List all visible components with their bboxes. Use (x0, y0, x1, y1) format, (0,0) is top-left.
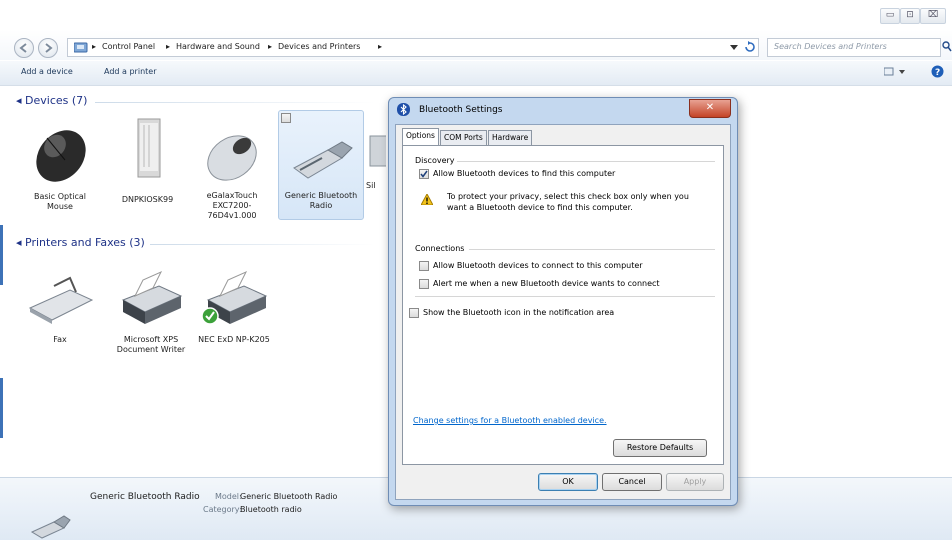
change-settings-link[interactable]: Change settings for a Bluetooth enabled … (413, 416, 607, 425)
close-window-button[interactable]: ⌧ (920, 8, 946, 24)
device-label: Basic Optical Mouse (34, 192, 86, 211)
search-input[interactable]: Search Devices and Printers (767, 38, 941, 57)
discovery-group-label: Discovery (415, 156, 455, 165)
model-value: Generic Bluetooth Radio (240, 492, 338, 501)
search-icon[interactable] (942, 41, 952, 52)
device-label: DNPKIOSK99 (121, 195, 174, 204)
show-icon-checkbox[interactable] (409, 308, 419, 318)
cancel-button[interactable]: Cancel (602, 473, 662, 491)
computer-tower-icon (137, 118, 160, 178)
maximize-button[interactable]: ⊡ (900, 8, 920, 24)
device-sil[interactable]: Sil (366, 130, 386, 191)
group-divider (150, 244, 375, 245)
mouse-icon (36, 130, 86, 182)
tab-hardware[interactable]: Hardware (488, 130, 533, 145)
usb-dongle-icon (293, 141, 353, 179)
refresh-icon[interactable] (744, 41, 756, 53)
tab-com-ports[interactable]: COM Ports (440, 130, 487, 145)
checkmark-icon (420, 170, 428, 178)
forward-arrow-icon (45, 43, 53, 53)
breadcrumb-separator: ▸ (268, 42, 273, 51)
warning-icon (421, 194, 433, 205)
back-arrow-icon (19, 43, 27, 53)
printer-label: Fax (53, 335, 67, 344)
collapse-triangle-icon: ◂ (16, 94, 26, 107)
breadcrumb-separator: ▸ (92, 42, 97, 51)
collapse-triangle-icon: ◂ (16, 236, 26, 249)
connections-group-label: Connections (415, 244, 465, 253)
allow-connect-label[interactable]: Allow Bluetooth devices to connect to th… (433, 261, 643, 270)
dialog-title: Bluetooth Settings (419, 105, 503, 115)
forward-button[interactable] (38, 38, 58, 58)
alert-connect-checkbox[interactable] (419, 279, 429, 289)
address-bar[interactable]: ▸ Control Panel ▸ Hardware and Sound ▸ D… (67, 38, 759, 57)
back-button[interactable] (14, 38, 34, 58)
device-label: eGalaxTouch EXC7200-76D4v1.000 (206, 191, 258, 220)
usb-dongle-icon (30, 515, 71, 539)
bluetooth-settings-dialog: Bluetooth Settings ✕ Options COM Ports H… (388, 97, 738, 506)
allow-connect-checkbox[interactable] (419, 261, 429, 271)
device-dnpkiosk99[interactable]: DNPKIOSK99 (110, 115, 185, 205)
printers-group-heading[interactable]: ◂ Printers and Faxes (3) (16, 236, 145, 249)
breadcrumb-hardware-and-sound[interactable]: Hardware and Sound (176, 42, 260, 51)
breadcrumb-devices-and-printers[interactable]: Devices and Printers (278, 42, 360, 51)
breadcrumb-separator: ▸ (378, 42, 383, 51)
group-separator (457, 161, 715, 162)
svg-text:?: ? (935, 68, 940, 78)
minimize-button[interactable]: ▭ (880, 8, 900, 24)
device-label: Sil (366, 181, 376, 190)
show-icon-label[interactable]: Show the Bluetooth icon in the notificat… (423, 308, 614, 317)
device-basic-optical-mouse[interactable]: Basic Optical Mouse (20, 118, 100, 212)
touch-mouse-icon (207, 135, 257, 181)
tab-options[interactable]: Options (402, 128, 439, 145)
group-separator (415, 296, 715, 297)
printer-label: NEC ExD NP-K205 (198, 335, 270, 344)
printer-microsoft-xps[interactable]: Microsoft XPS Document Writer (110, 266, 192, 355)
printer-label: Microsoft XPS Document Writer (116, 335, 186, 354)
printer-icon (121, 270, 183, 324)
selected-device-name: Generic Bluetooth Radio (90, 492, 200, 502)
dialog-body: Options COM Ports Hardware Discovery All… (395, 124, 731, 500)
device-icon (369, 135, 386, 167)
category-label: Category: (203, 505, 242, 514)
printer-fax[interactable]: Fax (22, 266, 98, 345)
allow-find-label[interactable]: Allow Bluetooth devices to find this com… (433, 169, 615, 178)
alert-connect-label[interactable]: Alert me when a new Bluetooth device wan… (433, 279, 660, 288)
dropdown-arrow-icon[interactable] (730, 45, 738, 51)
devices-heading-text: Devices (7) (25, 94, 88, 107)
edge-accent (0, 378, 3, 438)
edge-accent (0, 225, 3, 285)
category-value: Bluetooth radio (240, 505, 302, 514)
dialog-close-button[interactable]: ✕ (689, 99, 731, 118)
add-printer-button[interactable]: Add a printer (104, 67, 156, 76)
device-generic-bluetooth-radio[interactable]: Generic Bluetooth Radio (282, 120, 360, 211)
help-icon[interactable]: ? (931, 65, 944, 78)
printers-heading-text: Printers and Faxes (3) (25, 236, 145, 249)
add-device-button[interactable]: Add a device (21, 67, 73, 76)
device-egalaxtouch[interactable]: eGalaxTouch EXC7200-76D4v1.000 (192, 118, 272, 221)
group-divider (95, 102, 375, 103)
options-tab-panel: Discovery Allow Bluetooth devices to fin… (402, 145, 724, 465)
view-options-icon[interactable] (884, 66, 908, 78)
privacy-note: To protect your privacy, select this che… (447, 192, 689, 212)
control-panel-icon (74, 42, 88, 53)
bluetooth-icon (397, 103, 410, 116)
fax-icon (28, 276, 94, 324)
allow-find-checkbox[interactable] (419, 169, 429, 179)
window-title-bar: ▭ ⊡ ⌧ (0, 0, 952, 30)
printer-icon (201, 270, 268, 325)
model-label: Model: (215, 492, 242, 501)
search-placeholder: Search Devices and Printers (774, 42, 887, 51)
devices-group-heading[interactable]: ◂ Devices (7) (16, 94, 87, 107)
restore-defaults-button[interactable]: Restore Defaults (613, 439, 707, 457)
ok-button[interactable]: OK (538, 473, 598, 491)
breadcrumb-separator: ▸ (166, 42, 171, 51)
breadcrumb-control-panel[interactable]: Control Panel (102, 42, 155, 51)
apply-button[interactable]: Apply (666, 473, 724, 491)
group-separator (469, 249, 715, 250)
device-label: Generic Bluetooth Radio (284, 191, 358, 210)
printer-nec[interactable]: NEC ExD NP-K205 (194, 266, 274, 345)
